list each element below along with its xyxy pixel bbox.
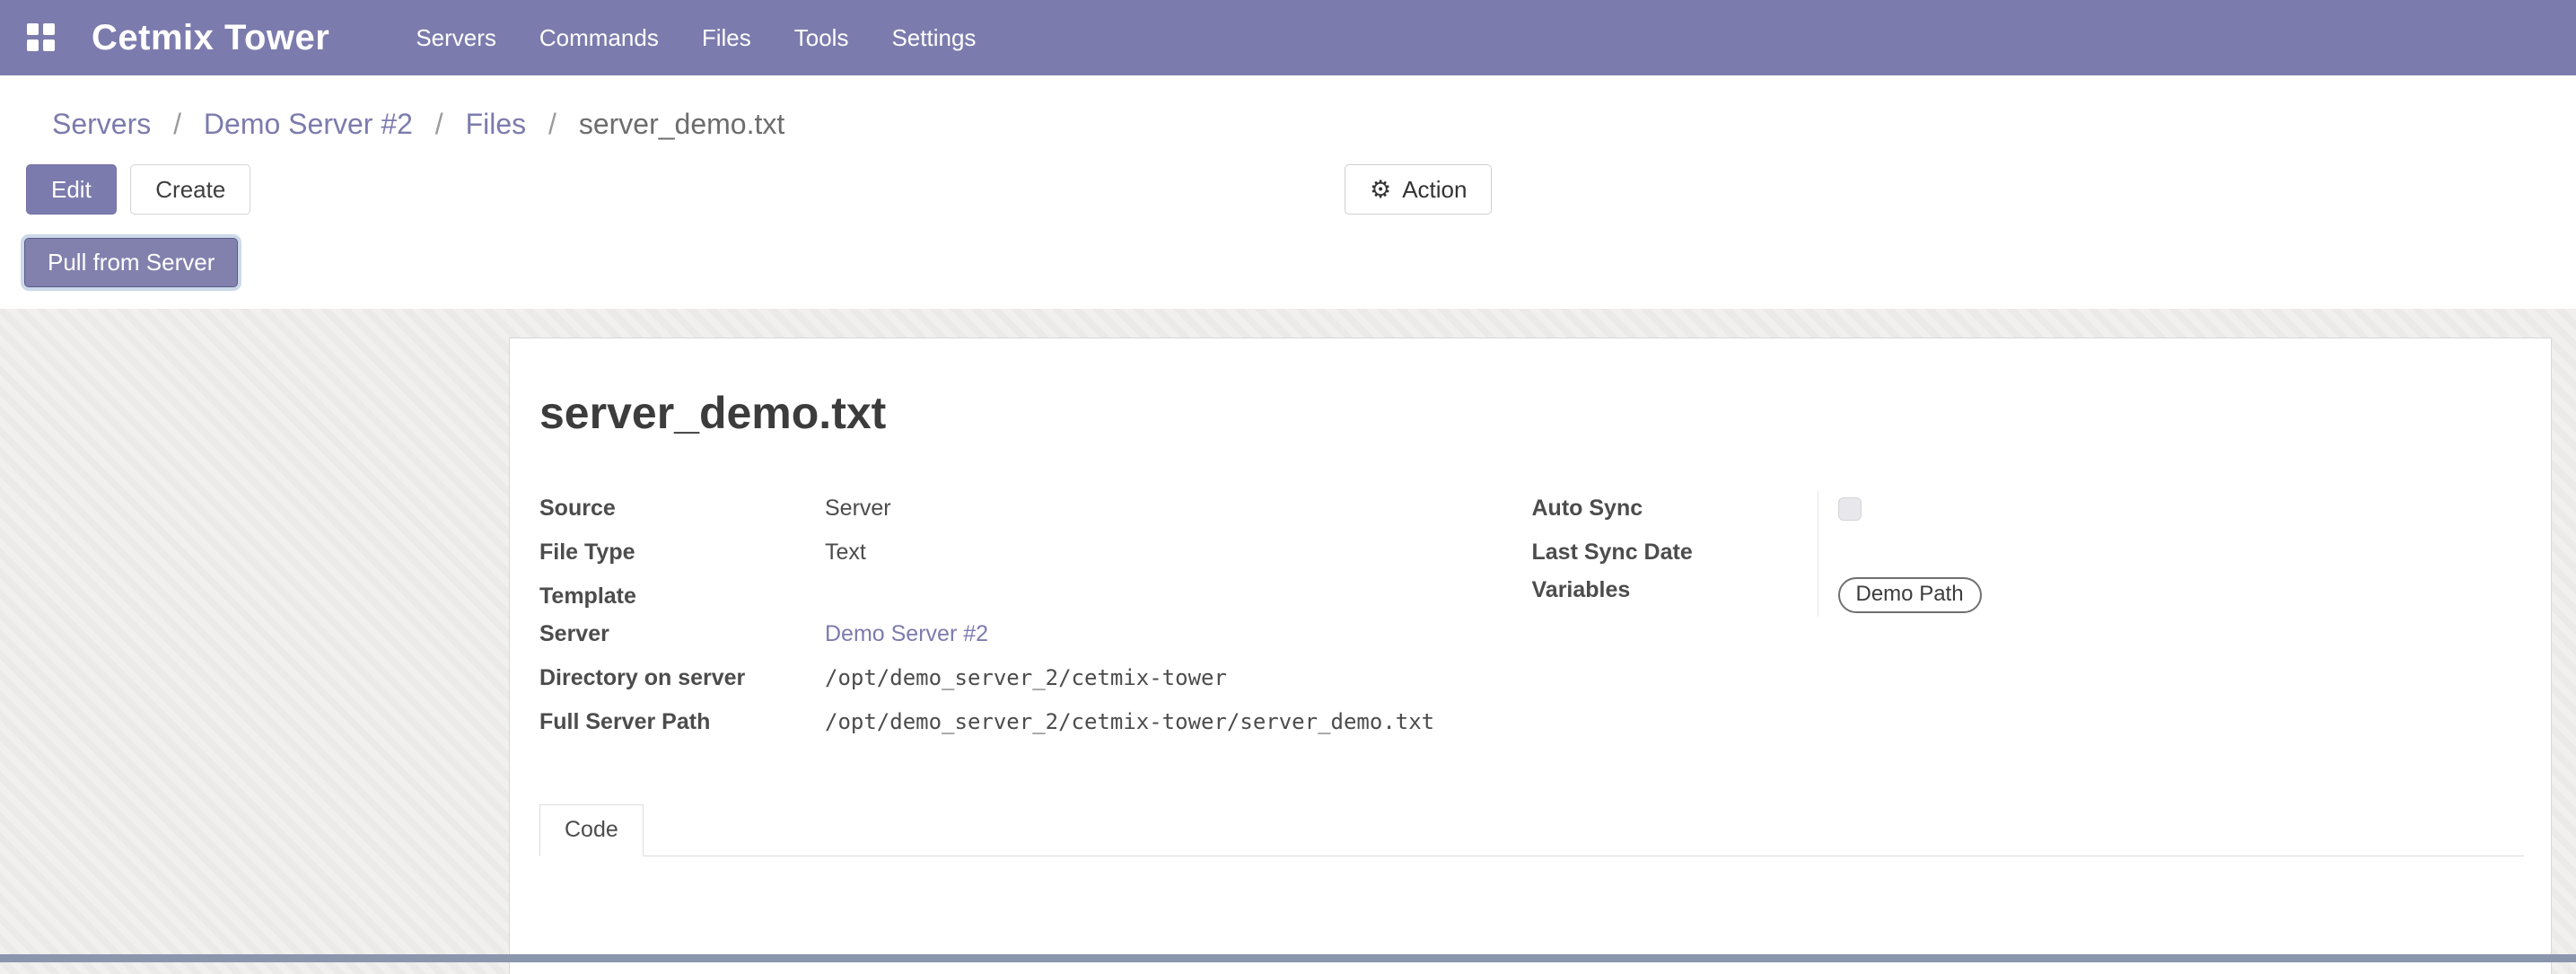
tab-code[interactable]: Code bbox=[539, 804, 644, 856]
menu-item-servers[interactable]: Servers bbox=[394, 0, 518, 75]
form-sheet: server_demo.txt Source Server File Type … bbox=[509, 338, 2552, 974]
action-button-label: Action bbox=[1402, 176, 1467, 204]
breadcrumb-separator: / bbox=[548, 108, 556, 140]
main-menu: Servers Commands Files Tools Settings bbox=[394, 0, 997, 75]
field-row-full-path: Full Server Path /opt/demo_server_2/cetm… bbox=[539, 705, 1532, 749]
menu-item-commands[interactable]: Commands bbox=[518, 0, 680, 75]
field-row-variables: Variables Demo Path bbox=[1532, 573, 2525, 617]
field-group: Source Server File Type Text Template Se… bbox=[539, 491, 2524, 749]
breadcrumb-link-servers[interactable]: Servers bbox=[52, 108, 151, 140]
field-row-server: Server Demo Server #2 bbox=[539, 617, 1532, 661]
field-value-file-type: Text bbox=[825, 535, 866, 579]
apps-grid-square bbox=[43, 39, 55, 51]
field-label: Template bbox=[539, 579, 825, 617]
field-widget-auto-sync bbox=[1818, 491, 2525, 535]
field-row-last-sync-date: Last Sync Date bbox=[1532, 535, 2525, 573]
menu-item-tools[interactable]: Tools bbox=[773, 0, 871, 75]
control-panel-buttons: Edit Create ⚙ Action bbox=[0, 141, 2576, 216]
content-area: server_demo.txt Source Server File Type … bbox=[0, 309, 2576, 974]
gear-icon: ⚙ bbox=[1370, 178, 1391, 202]
variable-tag-demo-path: Demo Path bbox=[1838, 577, 1982, 613]
header-buttons-row: Pull from Server bbox=[0, 216, 2576, 309]
breadcrumb-link-files[interactable]: Files bbox=[466, 108, 527, 140]
action-button[interactable]: ⚙ Action bbox=[1345, 164, 1492, 215]
notebook: Code bbox=[539, 804, 2524, 856]
field-label: Directory on server bbox=[539, 661, 825, 705]
field-label: File Type bbox=[539, 535, 825, 579]
menu-item-files[interactable]: Files bbox=[680, 0, 773, 75]
breadcrumb-link-demo-server-2[interactable]: Demo Server #2 bbox=[204, 108, 413, 140]
field-label: Variables bbox=[1532, 573, 1818, 617]
field-widget-last-sync-date bbox=[1818, 535, 2525, 573]
field-label: Last Sync Date bbox=[1532, 535, 1818, 573]
breadcrumb-current-file: server_demo.txt bbox=[579, 108, 784, 140]
menu-item-settings[interactable]: Settings bbox=[870, 0, 997, 75]
field-value-directory: /opt/demo_server_2/cetmix-tower bbox=[825, 661, 1227, 705]
field-value-source: Server bbox=[825, 491, 891, 535]
apps-grid-square bbox=[27, 23, 39, 35]
form-title: server_demo.txt bbox=[539, 387, 2524, 439]
field-row-source: Source Server bbox=[539, 491, 1532, 535]
field-column-left: Source Server File Type Text Template Se… bbox=[539, 491, 1532, 749]
field-row-template: Template bbox=[539, 579, 1532, 617]
field-label: Server bbox=[539, 617, 825, 661]
field-row-file-type: File Type Text bbox=[539, 535, 1532, 579]
pull-from-server-button[interactable]: Pull from Server bbox=[24, 238, 238, 287]
field-label: Source bbox=[539, 491, 825, 535]
auto-sync-checkbox[interactable] bbox=[1838, 497, 1862, 521]
create-button[interactable]: Create bbox=[130, 164, 250, 215]
field-label: Full Server Path bbox=[539, 705, 825, 749]
bottom-edge-strip bbox=[0, 954, 2576, 962]
top-navbar: Cetmix Tower Servers Commands Files Tool… bbox=[0, 0, 2576, 75]
field-column-right: Auto Sync Last Sync Date Variables Demo … bbox=[1532, 491, 2525, 749]
field-widget-variables: Demo Path bbox=[1818, 573, 2525, 617]
tab-bar: Code bbox=[539, 804, 2524, 856]
apps-grid-icon[interactable] bbox=[27, 23, 56, 52]
server-link[interactable]: Demo Server #2 bbox=[825, 617, 988, 661]
breadcrumb: Servers / Demo Server #2 / Files / serve… bbox=[0, 75, 2576, 141]
apps-grid-square bbox=[43, 23, 55, 35]
breadcrumb-separator: / bbox=[435, 108, 443, 140]
edit-button[interactable]: Edit bbox=[26, 164, 117, 215]
field-label: Auto Sync bbox=[1532, 491, 1818, 535]
breadcrumb-separator: / bbox=[173, 108, 181, 140]
field-value-full-path: /opt/demo_server_2/cetmix-tower/server_d… bbox=[825, 705, 1434, 749]
field-row-directory: Directory on server /opt/demo_server_2/c… bbox=[539, 661, 1532, 705]
brand-title[interactable]: Cetmix Tower bbox=[92, 18, 329, 58]
apps-grid-square bbox=[27, 39, 39, 51]
field-row-auto-sync: Auto Sync bbox=[1532, 491, 2525, 535]
